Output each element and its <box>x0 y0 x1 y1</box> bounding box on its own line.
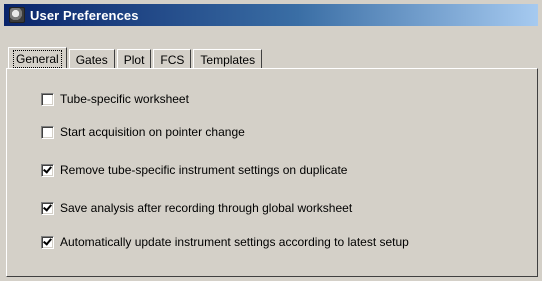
app-icon <box>9 7 25 23</box>
user-preferences-window: User Preferences General Gates Plot FCS … <box>0 0 542 281</box>
option-label: Tube-specific worksheet <box>60 92 189 106</box>
tab-gates[interactable]: Gates <box>68 49 115 69</box>
option-start-acquisition-on-pointer-change[interactable]: Start acquisition on pointer change <box>41 125 245 139</box>
checkbox[interactable] <box>41 125 54 139</box>
option-label: Automatically update instrument settings… <box>60 235 409 249</box>
tab-label: General <box>13 50 62 68</box>
option-label: Start acquisition on pointer change <box>60 125 245 139</box>
general-tab-panel: Tube-specific worksheet Start acquisitio… <box>6 68 538 277</box>
option-auto-update-instrument-settings[interactable]: Automatically update instrument settings… <box>41 235 409 249</box>
tab-templates[interactable]: Templates <box>193 49 263 69</box>
option-remove-tube-specific-settings[interactable]: Remove tube-specific instrument settings… <box>41 163 347 177</box>
option-label: Save analysis after recording through gl… <box>60 201 353 215</box>
option-save-analysis-after-recording[interactable]: Save analysis after recording through gl… <box>41 201 352 215</box>
tab-label: Plot <box>123 52 145 67</box>
checkbox[interactable] <box>41 201 54 215</box>
tab-general[interactable]: General <box>8 47 67 70</box>
option-label: Remove tube-specific instrument settings… <box>60 163 348 177</box>
tab-strip: General Gates Plot FCS Templates <box>8 45 264 70</box>
tab-label: Gates <box>75 52 108 67</box>
tab-plot[interactable]: Plot <box>116 49 152 69</box>
title-bar[interactable]: User Preferences <box>4 4 538 26</box>
tab-fcs[interactable]: FCS <box>153 49 192 69</box>
checkbox[interactable] <box>41 92 54 106</box>
checkbox[interactable] <box>41 235 54 249</box>
tab-label: FCS <box>160 52 185 67</box>
checkbox[interactable] <box>41 163 54 177</box>
tab-label: Templates <box>200 52 256 67</box>
window-title: User Preferences <box>30 7 139 23</box>
option-tube-specific-worksheet[interactable]: Tube-specific worksheet <box>41 92 189 106</box>
